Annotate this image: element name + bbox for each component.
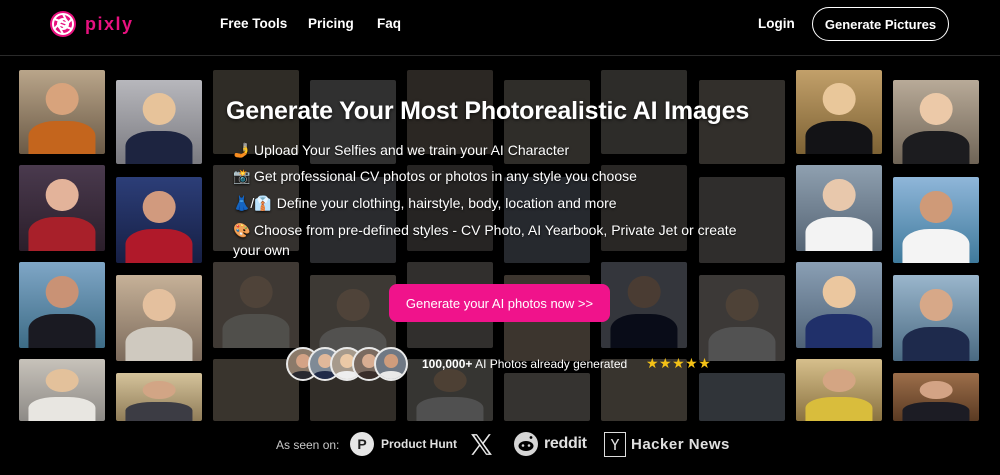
- x-logo: [469, 432, 494, 457]
- hacker-news-logo: Y Hacker News: [604, 432, 730, 457]
- photo-tile: [19, 262, 105, 348]
- photo-tile: [19, 70, 105, 154]
- avatar-stack: [286, 347, 410, 381]
- x-icon: [471, 434, 492, 455]
- feature-text: Choose from pre-defined styles - CV Phot…: [233, 222, 737, 258]
- generate-pictures-button[interactable]: Generate Pictures: [812, 7, 949, 41]
- login-link[interactable]: Login: [758, 16, 795, 31]
- clothing-icon: 👗/👔: [233, 195, 272, 211]
- photo-tile: [796, 70, 882, 154]
- logo-link[interactable]: pixly: [50, 11, 134, 37]
- photo-tile: [504, 373, 590, 421]
- as-seen-on-bar: As seen on: P Product Hunt reddit Y Hack…: [0, 418, 1000, 475]
- reddit-logo: reddit: [513, 431, 587, 457]
- photo-tile: [601, 262, 687, 348]
- photo-tile: [796, 165, 882, 251]
- logo-text: pixly: [85, 13, 134, 34]
- feature-item: 👗/👔 Define your clothing, hairstyle, body…: [233, 193, 763, 213]
- selfie-icon: 🤳: [233, 142, 251, 158]
- photo-tile: [116, 275, 202, 361]
- reddit-icon: [514, 432, 538, 456]
- photo-tile: [116, 80, 202, 164]
- photo-tile: [116, 373, 202, 421]
- feature-item: 🎨 Choose from pre-defined styles - CV Pho…: [233, 220, 763, 260]
- photos-generated-count: 100,000+ AI Photos already generated: [422, 357, 628, 371]
- photo-tile: [893, 80, 979, 164]
- photo-tile: [213, 262, 299, 348]
- photo-tile: [796, 359, 882, 421]
- photo-tile: [699, 373, 785, 421]
- feature-text: Define your clothing, hairstyle, body, l…: [276, 195, 617, 211]
- nav-pricing[interactable]: Pricing: [308, 16, 354, 31]
- nav-faq[interactable]: Faq: [377, 16, 401, 31]
- avatar: [374, 347, 408, 381]
- photo-tile: [19, 359, 105, 421]
- photo-tile: [893, 373, 979, 421]
- top-navbar: pixly Free Tools Pricing Faq Login Gener…: [0, 0, 1000, 56]
- product-hunt-icon: P: [350, 432, 374, 456]
- nav-free-tools[interactable]: Free Tools: [220, 16, 287, 31]
- aperture-icon: [50, 11, 76, 37]
- photo-tile: [699, 275, 785, 361]
- hero-title: Generate Your Most Photorealistic AI Ima…: [226, 97, 750, 125]
- product-hunt-logo: P Product Hunt: [350, 432, 457, 456]
- feature-item: 🤳 Upload Your Selfies and we train your A…: [233, 140, 763, 160]
- feature-text: Get professional CV photos or photos in …: [254, 168, 637, 184]
- photo-tile: [893, 275, 979, 361]
- as-seen-on-label: As seen on:: [276, 438, 340, 452]
- photo-tile: [19, 165, 105, 251]
- rating-stars-icon: ★★★★★: [646, 355, 712, 371]
- palette-icon: 🎨: [233, 222, 251, 238]
- photo-tile: [893, 177, 979, 263]
- photo-tile: [796, 262, 882, 348]
- feature-item: 📸 Get professional CV photos or photos in…: [233, 166, 763, 186]
- camera-icon: 📸: [233, 168, 251, 184]
- feature-text: Upload Your Selfies and we train your AI…: [254, 142, 570, 158]
- hacker-news-icon: Y: [604, 432, 626, 457]
- photo-tile: [116, 177, 202, 263]
- generate-ai-photos-button[interactable]: Generate your AI photos now >>: [389, 284, 610, 322]
